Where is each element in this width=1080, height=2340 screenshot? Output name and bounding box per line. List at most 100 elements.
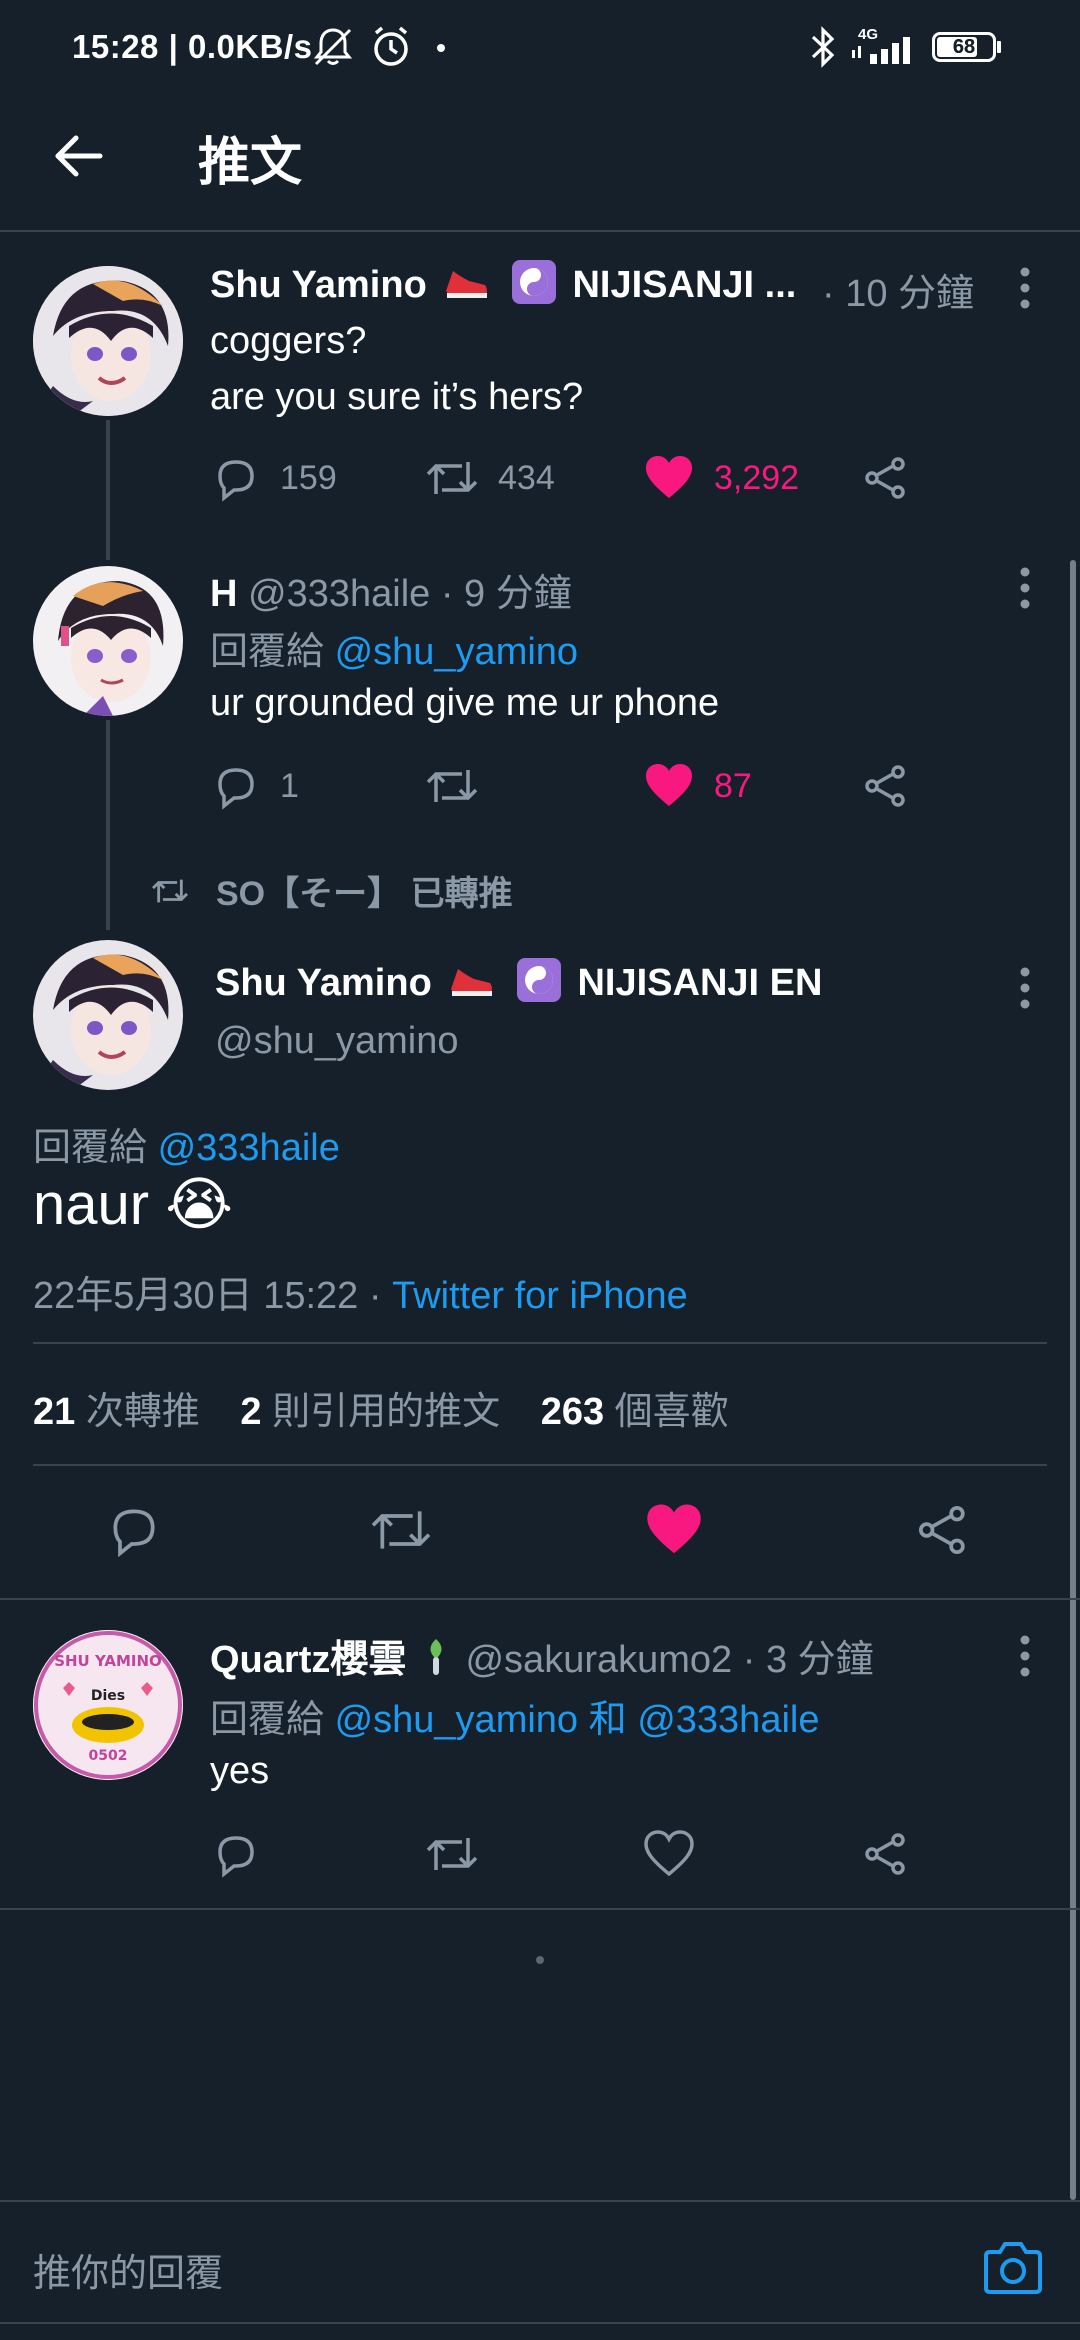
crying-emoji-icon: 😭 <box>165 1172 233 1237</box>
retweets-label: 次轉推 <box>85 1391 200 1433</box>
author-name: Shu Yamino <box>215 962 432 1005</box>
camera-icon[interactable] <box>982 2240 1044 2296</box>
loading-dot-icon <box>536 1956 544 1964</box>
like-count: 87 <box>714 766 752 805</box>
author-handle: @shu_yamino <box>215 1020 459 1062</box>
tweet-author[interactable]: Shu Yamino NIJISANJI EN <box>215 958 822 1012</box>
status-time: 15:28 | 0.0KB/s <box>72 28 313 65</box>
quotes-stat[interactable]: 2 則引用的推文 <box>240 1391 500 1433</box>
status-bar: 15:28 | 0.0KB/s 4G 68 <box>0 0 1080 96</box>
more-options-icon[interactable] <box>1005 1628 1045 1688</box>
stats-divider-bottom <box>33 1464 1047 1466</box>
reply-icon <box>218 460 254 502</box>
likes-stat[interactable]: 263 個喜歡 <box>541 1391 729 1433</box>
reply-and: 和 <box>588 1699 627 1741</box>
reply-composer[interactable]: 推你的回覆 <box>0 2202 1080 2322</box>
avatar-shu-image <box>33 266 183 416</box>
avatar-quartz-image: SHU YAMINO Dies 0502 <box>33 1630 183 1780</box>
retweet-icon <box>426 770 478 802</box>
retweets-stat[interactable]: 21 次轉推 <box>33 1391 200 1433</box>
notification-dot-icon <box>437 44 445 52</box>
sneaker-icon <box>443 263 489 311</box>
reply-icon[interactable] <box>106 1502 162 1558</box>
author-name: Quartz櫻雲 <box>210 1639 407 1681</box>
like-button[interactable]: 87 <box>644 762 752 810</box>
author-name: Shu Yamino <box>210 264 427 307</box>
likes-label: 個喜歡 <box>614 1391 729 1433</box>
more-options-icon[interactable] <box>1005 960 1045 1020</box>
stats-divider-top <box>33 1342 1047 1344</box>
avatar-shu-image <box>33 940 183 1090</box>
tweet-text: yes <box>210 1750 270 1792</box>
tweet-text: ur grounded give me ur phone <box>210 682 720 724</box>
tweet-author[interactable]: Shu Yamino NIJISANJI ... <box>210 260 796 314</box>
main-tweet: Shu Yamino NIJISANJI EN @shu_yamino 回覆給 … <box>0 930 1080 1340</box>
tweet-author[interactable]: Quartz櫻雲 @sakurakumo2 · 3 分鐘 <box>210 1628 874 1687</box>
reply-to-link[interactable]: @333haile <box>158 1127 340 1169</box>
share-icon[interactable] <box>862 1830 910 1878</box>
reply-icon <box>218 768 254 810</box>
retweet-button[interactable]: 434 <box>426 454 555 502</box>
retweet-icon[interactable] <box>426 1830 478 1878</box>
reply-prefix: 回覆給 <box>210 1699 325 1741</box>
tweet-author[interactable]: H @333haile · 9 分鐘 <box>210 562 572 617</box>
share-icon[interactable] <box>862 762 910 810</box>
tweet-2[interactable]: H @333haile · 9 分鐘 回覆給 @shu_yamino ur gr… <box>0 540 1080 840</box>
battery-level: 68 <box>952 36 976 58</box>
share-icon[interactable] <box>862 454 910 502</box>
avatar[interactable] <box>33 940 183 1090</box>
reply-to-link[interactable]: @shu_yamino <box>335 631 578 673</box>
reply-context: 回覆給 @shu_yamino 和 @333haile <box>210 1688 819 1743</box>
tweet-1[interactable]: Shu Yamino NIJISANJI ... · 10 分鐘 coggers… <box>0 232 1080 522</box>
reply-tweet[interactable]: SHU YAMINO Dies 0502 Quartz櫻雲 @sakurakum… <box>0 1600 1080 1910</box>
reply-prefix: 回覆給 <box>33 1127 148 1169</box>
tweet-time: · 9 分鐘 <box>440 573 572 615</box>
signal-icon <box>852 37 910 64</box>
more-options-icon[interactable] <box>1005 560 1045 620</box>
avatar[interactable]: SHU YAMINO Dies 0502 <box>33 1630 183 1780</box>
leaf-icon <box>423 1637 449 1687</box>
sneaker-icon <box>448 961 494 1009</box>
back-arrow-icon[interactable] <box>50 128 106 184</box>
retweet-count: 434 <box>498 458 555 497</box>
share-icon[interactable] <box>915 1502 971 1558</box>
tweet-text-line-2: are you sure it’s hers? <box>210 376 584 418</box>
reply-count: 1 <box>280 766 299 805</box>
like-button[interactable]: 3,292 <box>644 454 799 502</box>
reply-to-link[interactable]: @333haile <box>637 1699 819 1741</box>
tweet-source-link[interactable]: Twitter for iPhone <box>392 1275 688 1317</box>
reply-button[interactable]: 159 <box>212 454 337 502</box>
heart-filled-icon[interactable] <box>645 1502 703 1558</box>
more-options-icon[interactable] <box>1005 260 1045 320</box>
avatar[interactable] <box>33 266 183 416</box>
retweets-count: 21 <box>33 1391 76 1433</box>
author-handle: @333haile <box>248 573 431 615</box>
mute-icon <box>313 28 353 66</box>
reply-context: 回覆給 @333haile <box>33 1116 340 1171</box>
retweet-icon[interactable] <box>370 1502 432 1558</box>
retweet-icon <box>151 879 189 902</box>
author-name-suffix: NIJISANJI EN <box>577 962 823 1005</box>
reply-to-link[interactable]: @shu_yamino <box>335 1699 578 1741</box>
main-tweet-text: naur <box>33 1172 150 1237</box>
retweet-button[interactable] <box>426 762 498 810</box>
quotes-count: 2 <box>240 1391 262 1433</box>
avatar[interactable] <box>33 566 183 716</box>
reply-icon[interactable] <box>212 1830 260 1878</box>
retweet-banner: SO【そー】 已轉推 <box>150 866 513 915</box>
reply-button[interactable]: 1 <box>212 762 299 810</box>
reply-input[interactable]: 推你的回覆 <box>33 2242 223 2297</box>
tweet-text-line-1: coggers? <box>210 320 367 362</box>
like-count: 3,292 <box>714 458 800 497</box>
bottom-divider <box>0 2322 1080 2324</box>
reply-prefix: 回覆給 <box>210 631 325 673</box>
avatar-text-bottom: 0502 <box>89 1748 128 1764</box>
reply-divider <box>0 1908 1080 1910</box>
retweet-banner-text: SO【そー】 已轉推 <box>216 875 513 913</box>
heart-outline-icon[interactable] <box>644 1830 694 1878</box>
avatar-text-top: SHU YAMINO <box>54 1652 162 1670</box>
tweet-date: 22年5月30日 15:22 · <box>33 1275 382 1317</box>
tweet-timestamp-row: 22年5月30日 15:22 · Twitter for iPhone <box>33 1264 688 1319</box>
bluetooth-icon <box>811 26 835 68</box>
tweet-time: · 10 分鐘 <box>822 273 975 315</box>
